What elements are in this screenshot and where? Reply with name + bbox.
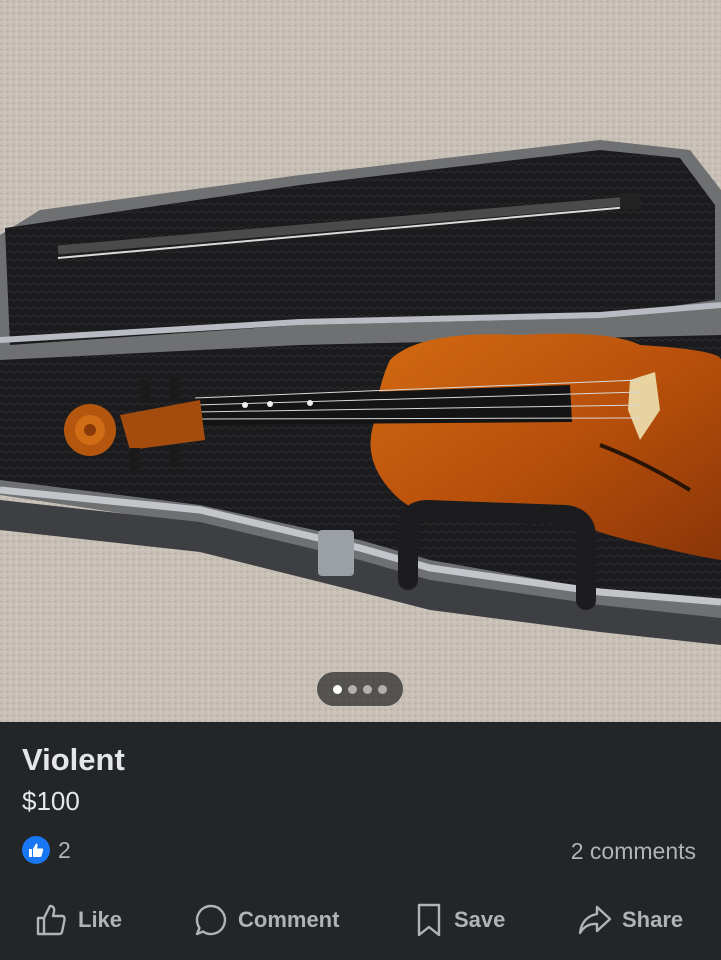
comment-bubble-icon <box>195 904 227 936</box>
listing-title: Violent <box>22 742 125 777</box>
listing-price: $100 <box>22 786 80 816</box>
action-bar: Like Comment Save Share <box>0 897 721 947</box>
like-button[interactable]: Like <box>34 897 122 943</box>
reactions-summary[interactable]: 2 <box>22 836 71 864</box>
listing-info: Violent $100 2 2 comments Like Comment S… <box>0 722 721 960</box>
thumbs-up-icon <box>22 836 50 864</box>
pager-dot-3[interactable] <box>363 684 372 694</box>
violin-in-case-image <box>0 0 721 722</box>
pager-dot-1[interactable] <box>333 684 342 694</box>
listing-photo[interactable] <box>0 0 721 722</box>
reaction-count: 2 <box>58 836 71 863</box>
share-arrow-icon <box>578 905 612 935</box>
thumbs-up-outline-icon <box>36 904 66 936</box>
pager-dot-4[interactable] <box>378 684 387 694</box>
share-label: Share <box>622 907 684 932</box>
pager-dot-2[interactable] <box>348 684 357 694</box>
comment-label: Comment <box>238 907 340 932</box>
comment-button[interactable]: Comment <box>194 897 339 943</box>
like-label: Like <box>78 907 123 932</box>
bookmark-icon <box>417 903 441 937</box>
save-label: Save <box>454 907 506 932</box>
save-button[interactable]: Save <box>414 897 505 943</box>
share-button[interactable]: Share <box>578 897 683 943</box>
image-pager[interactable] <box>317 672 403 706</box>
comments-count-link[interactable]: 2 comments <box>571 838 696 865</box>
